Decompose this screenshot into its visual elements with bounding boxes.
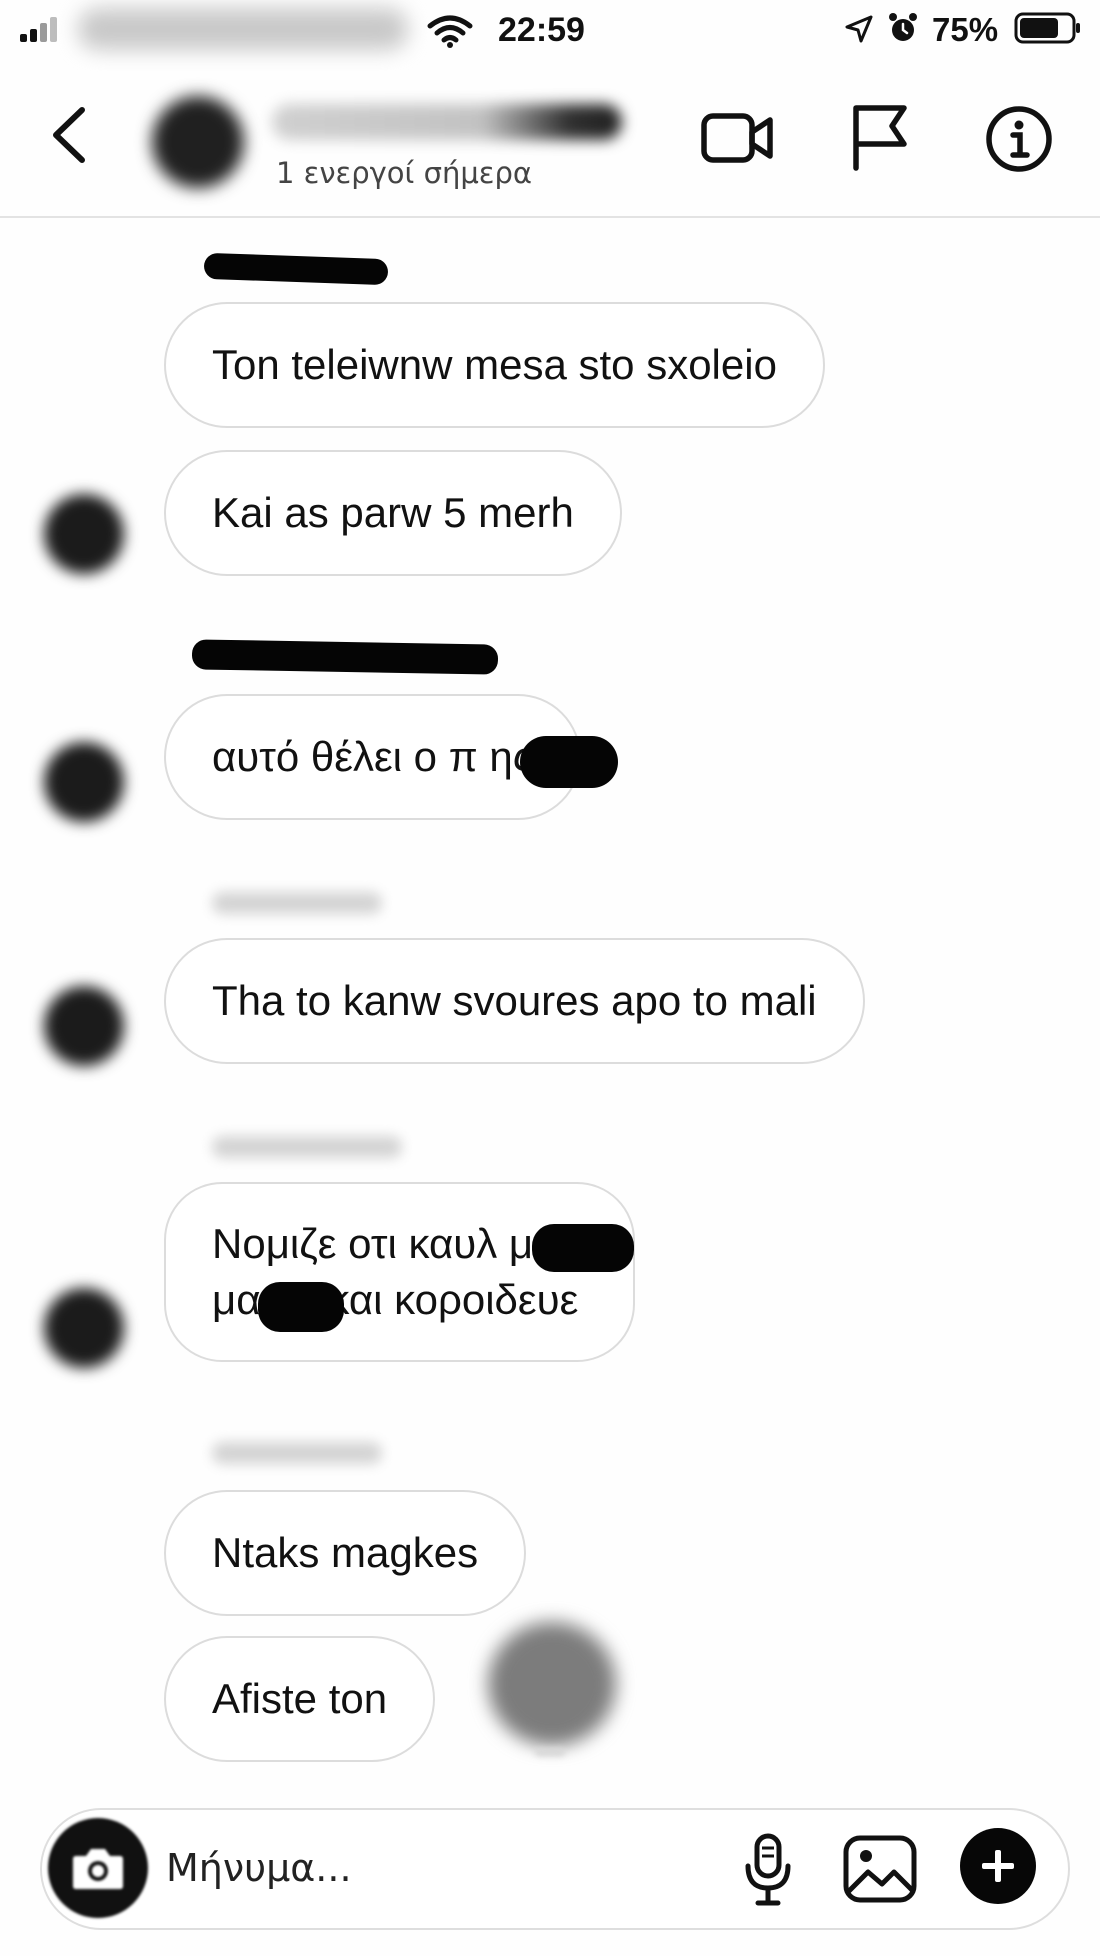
dm-thread-screen: 22:59 75% 1 ενεργοί σήμερα Ton teleiwnw … [0,0,1100,1956]
plus-icon[interactable] [960,1828,1036,1904]
text-redaction [258,1282,344,1332]
sender-avatar[interactable] [44,494,124,574]
message-bubble[interactable]: Ton teleiwnw mesa sto sxoleio [164,302,825,428]
camera-button[interactable] [48,1818,148,1918]
message-text-line-1: Νομιζε οτι καυλ με ο [212,1220,587,1267]
seen-indicator [535,1748,565,1756]
signal-icon [20,16,60,42]
reply-label-blurred [212,1136,402,1158]
contact-name-blurred[interactable] [272,104,622,140]
reply-label-blurred [212,1442,382,1464]
message-text: Ntaks magkes [212,1529,479,1576]
contact-avatar[interactable] [152,96,244,188]
message-text: Kai as parw 5 merh [212,489,574,536]
back-arrow-icon[interactable] [44,104,94,166]
message-input[interactable] [166,1838,726,1898]
message-text: Afiste ton [212,1675,388,1722]
text-redaction [520,736,618,788]
active-status: 1 ενεργοί σήμερα [276,156,532,190]
seen-by-avatar [488,1622,616,1746]
info-icon[interactable] [984,104,1054,174]
message-bubble[interactable]: Tha to kanw svoures apo to mali [164,938,865,1064]
reply-label-blurred [212,892,382,914]
message-text: Ton teleiwnw mesa sto sxoleio [212,341,777,388]
status-bar: 22:59 75% [0,0,1100,64]
camera-icon [73,1849,123,1889]
message-bubble[interactable]: Ntaks magkes [164,1490,527,1616]
reply-label-redaction [203,252,389,286]
message-text: Tha to kanw svoures apo to mali [212,977,817,1024]
carrier-name-blurred [78,8,408,50]
sender-avatar[interactable] [44,742,124,822]
location-icon [845,15,873,43]
message-bubble[interactable]: Νομιζε οτι καυλ με ο μα ας και κοροιδευε [164,1182,635,1362]
flag-icon[interactable] [848,102,910,172]
text-redaction [532,1224,634,1272]
message-text: αυτό θέλει ο π ης [212,733,533,780]
gallery-icon[interactable] [842,1834,918,1904]
status-time: 22:59 [498,11,585,49]
video-call-icon[interactable] [700,106,776,170]
message-bubble[interactable]: Kai as parw 5 merh [164,450,622,576]
battery-percent: 75% [932,11,999,48]
microphone-icon[interactable] [740,1832,796,1908]
alarm-icon [889,13,917,41]
message-bubble[interactable]: αυτό θέλει ο π ης [164,694,581,820]
wifi-icon [427,15,473,48]
battery-icon [1014,12,1080,44]
sender-avatar[interactable] [44,986,124,1066]
sender-avatar[interactable] [44,1288,124,1368]
chat-header: 1 ενεργοί σήμερα [0,76,1100,218]
message-bubble[interactable]: Afiste ton [164,1636,436,1762]
message-composer [40,1808,1070,1930]
reply-label-redaction [191,639,499,675]
